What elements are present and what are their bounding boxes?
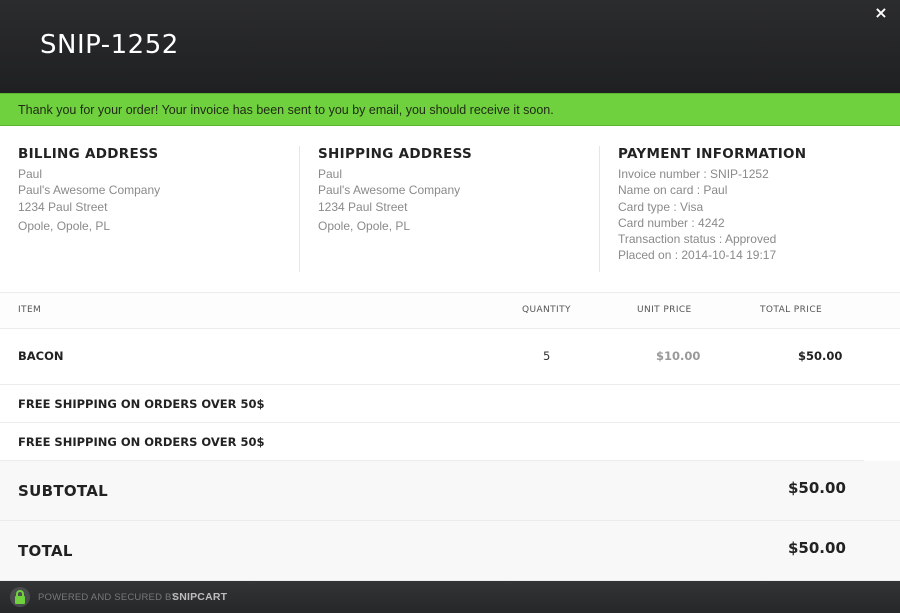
shipping-street: 1234 Paul Street: [318, 199, 408, 214]
lock-icon: [10, 587, 30, 607]
shipping-name: Paul: [318, 167, 343, 181]
subtotal-value: $50.00: [788, 479, 846, 497]
shipping-heading: SHIPPING ADDRESS: [318, 146, 473, 162]
item-total-price: $50.00: [798, 349, 843, 363]
header-unit-price: UNIT PRICE: [637, 305, 692, 315]
items-table-header: ITEM QUANTITY UNIT PRICE TOTAL PRICE: [0, 292, 900, 329]
success-notice: Thank you for your order! Your invoice h…: [0, 93, 900, 126]
subtotal-row: SUBTOTAL $50.00: [0, 461, 900, 521]
shipping-company: Paul's Awesome Company: [318, 183, 461, 198]
total-value: $50.00: [788, 539, 846, 557]
footer: POWERED AND SECURED BY SNIPCART: [0, 581, 900, 613]
card-type: Card type : Visa: [618, 199, 704, 214]
total-row: TOTAL $50.00: [0, 521, 900, 581]
promo-row: FREE SHIPPING ON ORDERS OVER 50$: [0, 423, 864, 461]
item-quantity: 5: [543, 349, 551, 363]
billing-city: Opole, Opole, PL: [18, 218, 111, 233]
header-quantity: QUANTITY: [522, 305, 571, 315]
total-label: TOTAL: [18, 542, 73, 560]
shipping-city: Opole, Opole, PL: [318, 218, 411, 233]
promo-text: FREE SHIPPING ON ORDERS OVER 50$: [18, 435, 265, 449]
billing-name: Paul: [18, 167, 43, 181]
placed-on: Placed on : 2014-10-14 19:17: [618, 248, 777, 263]
header-total-price: TOTAL PRICE: [760, 305, 823, 315]
address-section: BILLING ADDRESS Paul Paul's Awesome Comp…: [0, 126, 900, 292]
header-item: ITEM: [18, 305, 42, 315]
invoice-number: Invoice number : SNIP-1252: [618, 167, 769, 181]
promo-row: FREE SHIPPING ON ORDERS OVER 50$: [0, 385, 900, 423]
item-unit-price: $10.00: [656, 349, 701, 363]
transaction-status: Transaction status : Approved: [618, 232, 777, 247]
billing-address: BILLING ADDRESS Paul Paul's Awesome Comp…: [18, 146, 300, 272]
invoice-header: SNIP-1252 ×: [0, 0, 900, 93]
subtotal-label: SUBTOTAL: [18, 482, 109, 500]
item-name: BACON: [18, 349, 64, 363]
billing-heading: BILLING ADDRESS: [18, 146, 159, 162]
name-on-card: Name on card : Paul: [618, 183, 728, 198]
promo-text: FREE SHIPPING ON ORDERS OVER 50$: [18, 397, 265, 411]
table-row: BACON 5 $10.00 $50.00: [0, 329, 900, 385]
billing-company: Paul's Awesome Company: [18, 183, 161, 198]
payment-heading: PAYMENT INFORMATION: [618, 146, 807, 162]
page-title: SNIP-1252: [40, 30, 179, 60]
card-number: Card number : 4242: [618, 215, 725, 230]
close-icon[interactable]: ×: [872, 4, 890, 22]
shipping-address: SHIPPING ADDRESS Paul Paul's Awesome Com…: [318, 146, 600, 272]
payment-information: PAYMENT INFORMATION Invoice number : SNI…: [618, 146, 888, 272]
billing-street: 1234 Paul Street: [18, 199, 108, 214]
powered-by-text: POWERED AND SECURED BY: [38, 592, 179, 603]
snipcart-link[interactable]: SNIPCART: [172, 591, 227, 603]
